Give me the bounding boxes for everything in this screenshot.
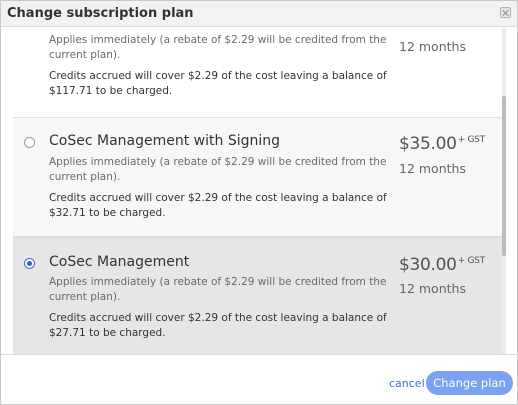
plan-term: 12 months — [399, 39, 466, 54]
dialog-titlebar: Change subscription plan — [1, 1, 517, 27]
plan-option-cosec-management-with-signing[interactable]: CoSec Management with Signing $35.00+ GS… — [13, 117, 504, 237]
plan-description: Applies immediately (a rebate of $2.29 w… — [49, 34, 387, 61]
scrollbar-thumb[interactable] — [502, 96, 506, 256]
change-plan-button[interactable]: Change plan — [426, 371, 513, 395]
plan-description: Applies immediately (a rebate of $2.29 w… — [49, 156, 387, 183]
plan-credit-note: Credits accrued will cover $2.29 of the … — [49, 312, 387, 339]
dialog-title: Change subscription plan — [7, 6, 194, 21]
plan-option-cosec-management[interactable]: CoSec Management $30.00+ GST 12 months A… — [13, 237, 504, 354]
plan-credit-note: Credits accrued will cover $2.29 of the … — [49, 192, 387, 219]
plan-radio-selected[interactable] — [24, 258, 35, 269]
plan-term: 12 months — [399, 161, 466, 176]
plan-name: CoSec Management — [49, 254, 190, 270]
plan-price: $35.00+ GST — [399, 134, 485, 154]
plan-radio[interactable] — [24, 137, 35, 148]
change-plan-dialog: Change subscription plan Applies immedia… — [0, 0, 518, 405]
plan-description: Applies immediately (a rebate of $2.29 w… — [49, 276, 387, 303]
plan-list[interactable]: Applies immediately (a rebate of $2.29 w… — [1, 28, 517, 354]
plan-price-amount: $30.00 — [399, 255, 457, 275]
dialog-footer: cancel Change plan — [1, 354, 517, 404]
plan-option-previous[interactable]: Applies immediately (a rebate of $2.29 w… — [13, 28, 504, 106]
plan-term: 12 months — [399, 281, 466, 296]
close-icon[interactable] — [500, 7, 511, 18]
plan-credit-note: Credits accrued will cover $2.29 of the … — [49, 70, 387, 97]
plan-price-suffix: + GST — [457, 256, 485, 266]
plan-price: $30.00+ GST — [399, 255, 485, 275]
cancel-link[interactable]: cancel — [389, 377, 425, 390]
plan-name: CoSec Management with Signing — [49, 133, 280, 149]
plan-price-suffix: + GST — [457, 135, 485, 145]
plan-price-amount: $35.00 — [399, 134, 457, 154]
